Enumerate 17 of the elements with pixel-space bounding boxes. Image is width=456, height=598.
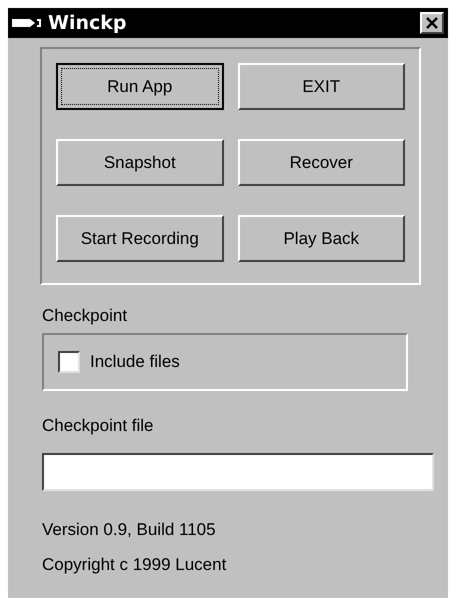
- app-icon: [12, 17, 42, 29]
- input-field[interactable]: [42, 453, 434, 491]
- command-button[interactable]: EXIT: [238, 63, 405, 110]
- command-button[interactable]: Recover: [238, 139, 405, 186]
- checkbox[interactable]: [58, 351, 80, 373]
- checkbox-label: Include files: [90, 351, 180, 374]
- command-button[interactable]: Play Back: [238, 215, 405, 262]
- command-button[interactable]: Run App: [56, 63, 224, 110]
- command-button[interactable]: Start Recording: [56, 215, 224, 262]
- copyright-text: Copyright c 1999 Lucent: [42, 554, 228, 576]
- close-button[interactable]: [420, 12, 444, 34]
- field-label: Checkpoint file: [42, 415, 155, 437]
- command-button[interactable]: Snapshot: [56, 139, 224, 186]
- version-text: Version 0.9, Build 1105: [42, 519, 217, 541]
- group-title: Checkpoint: [42, 305, 128, 327]
- window-title: Winckp: [48, 10, 126, 36]
- close-icon: [426, 17, 438, 29]
